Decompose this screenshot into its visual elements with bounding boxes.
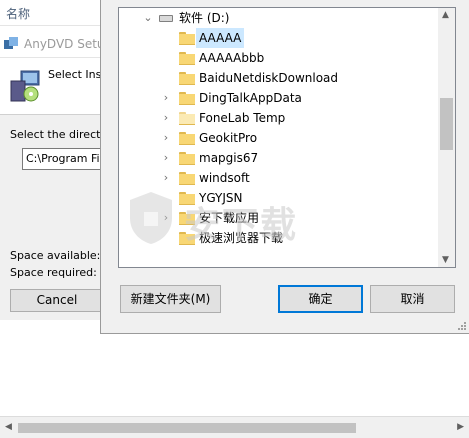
folder-icon — [179, 132, 195, 145]
folder-icon — [179, 112, 195, 125]
tree-item-label: windsoft — [199, 171, 250, 185]
scroll-left-icon[interactable]: ◀ — [5, 422, 12, 432]
resize-grip-icon[interactable] — [457, 321, 467, 331]
folder-icon — [179, 72, 195, 85]
tree-item-label: AAAAA — [196, 28, 245, 48]
name-column-label: 名称 — [6, 7, 31, 21]
expand-chevron-icon[interactable]: › — [161, 128, 171, 148]
tree-item[interactable]: AAAAAbbb — [119, 48, 439, 68]
expand-chevron-icon[interactable]: › — [161, 168, 171, 188]
scroll-up-icon[interactable]: ▲ — [442, 10, 449, 20]
browse-folder-dialog: ⌄ 软件 (D:) AAAAA AAAAAbbb BaiduNetdiskDownl… — [100, 0, 469, 334]
tree-item-label: 安下载应用 — [199, 211, 260, 225]
scroll-right-icon[interactable]: ▶ — [457, 422, 464, 432]
tree-item-label: YGYJSN — [199, 191, 243, 205]
tree-item-drive-d[interactable]: ⌄ 软件 (D:) — [119, 8, 439, 28]
folder-icon — [179, 212, 195, 225]
setup-header: Select Insta — [0, 58, 112, 115]
tree-scroll-thumb[interactable] — [440, 98, 453, 150]
tree-item[interactable]: › windsoft — [119, 168, 439, 188]
drive-icon — [159, 15, 173, 22]
collapse-chevron-icon[interactable]: ⌄ — [143, 8, 153, 28]
tree-item[interactable]: YGYJSN — [119, 188, 439, 208]
horizontal-scroll-thumb[interactable] — [18, 423, 356, 433]
expand-chevron-icon[interactable]: › — [161, 108, 171, 128]
tree-item-label: GeokitPro — [199, 131, 258, 145]
tree-vertical-scrollbar[interactable]: ▲ ▼ — [438, 8, 455, 267]
tree-item-label: 极速浏览器下载 — [199, 231, 284, 245]
tree-item-label: DingTalkAppData — [199, 91, 302, 105]
setup-titlebar[interactable]: AnyDVD Setu — [0, 30, 105, 58]
tree-item-label: 软件 (D:) — [179, 11, 230, 25]
tree-item-label: BaiduNetdiskDownload — [199, 71, 339, 85]
expand-chevron-icon[interactable]: › — [161, 208, 171, 228]
tree-item[interactable]: › 安下载应用 — [119, 208, 439, 228]
destination-directory-field[interactable]: C:\Program Files — [22, 148, 108, 170]
tree-item[interactable]: › FoneLab Temp — [119, 108, 439, 128]
setup-window-title: AnyDVD Setu — [24, 37, 105, 51]
expand-chevron-icon[interactable]: › — [161, 148, 171, 168]
name-column-header[interactable]: 名称 — [0, 0, 100, 26]
ok-button[interactable]: 确定 — [278, 285, 363, 313]
scroll-down-icon[interactable]: ▼ — [442, 255, 449, 265]
folder-icon — [179, 192, 195, 205]
tree-item[interactable]: 极速浏览器下载 — [119, 228, 439, 248]
tree-item[interactable]: › mapgis67 — [119, 148, 439, 168]
tree-item-label: mapgis67 — [199, 151, 259, 165]
folder-icon — [179, 232, 195, 245]
tree-item[interactable]: › DingTalkAppData — [119, 88, 439, 108]
tree-item-label: FoneLab Temp — [199, 111, 286, 125]
space-required-text: Space required: 23 — [10, 266, 115, 279]
expand-chevron-icon[interactable]: › — [161, 88, 171, 108]
new-folder-button[interactable]: 新建文件夹(M) — [120, 285, 221, 313]
folder-icon — [179, 52, 195, 65]
tree-item[interactable]: BaiduNetdiskDownload — [119, 68, 439, 88]
folder-tree[interactable]: ⌄ 软件 (D:) AAAAA AAAAAbbb BaiduNetdiskDownl… — [118, 7, 456, 268]
folder-icon — [179, 152, 195, 165]
dialog-cancel-button[interactable]: 取消 — [370, 285, 455, 313]
folder-icon — [179, 32, 195, 45]
installer-icon — [10, 70, 40, 102]
folder-icon — [179, 172, 195, 185]
setup-cancel-button[interactable]: Cancel — [10, 289, 104, 312]
horizontal-scrollbar[interactable]: ◀ ▶ — [0, 416, 469, 438]
tree-item-label: AAAAAbbb — [199, 51, 265, 65]
anydvd-app-icon — [4, 37, 18, 49]
folder-icon — [179, 92, 195, 105]
tree-item[interactable]: AAAAA — [119, 28, 439, 48]
tree-item[interactable]: › GeokitPro — [119, 128, 439, 148]
setup-window: AnyDVD Setu Select Insta Select the dire… — [0, 30, 118, 320]
